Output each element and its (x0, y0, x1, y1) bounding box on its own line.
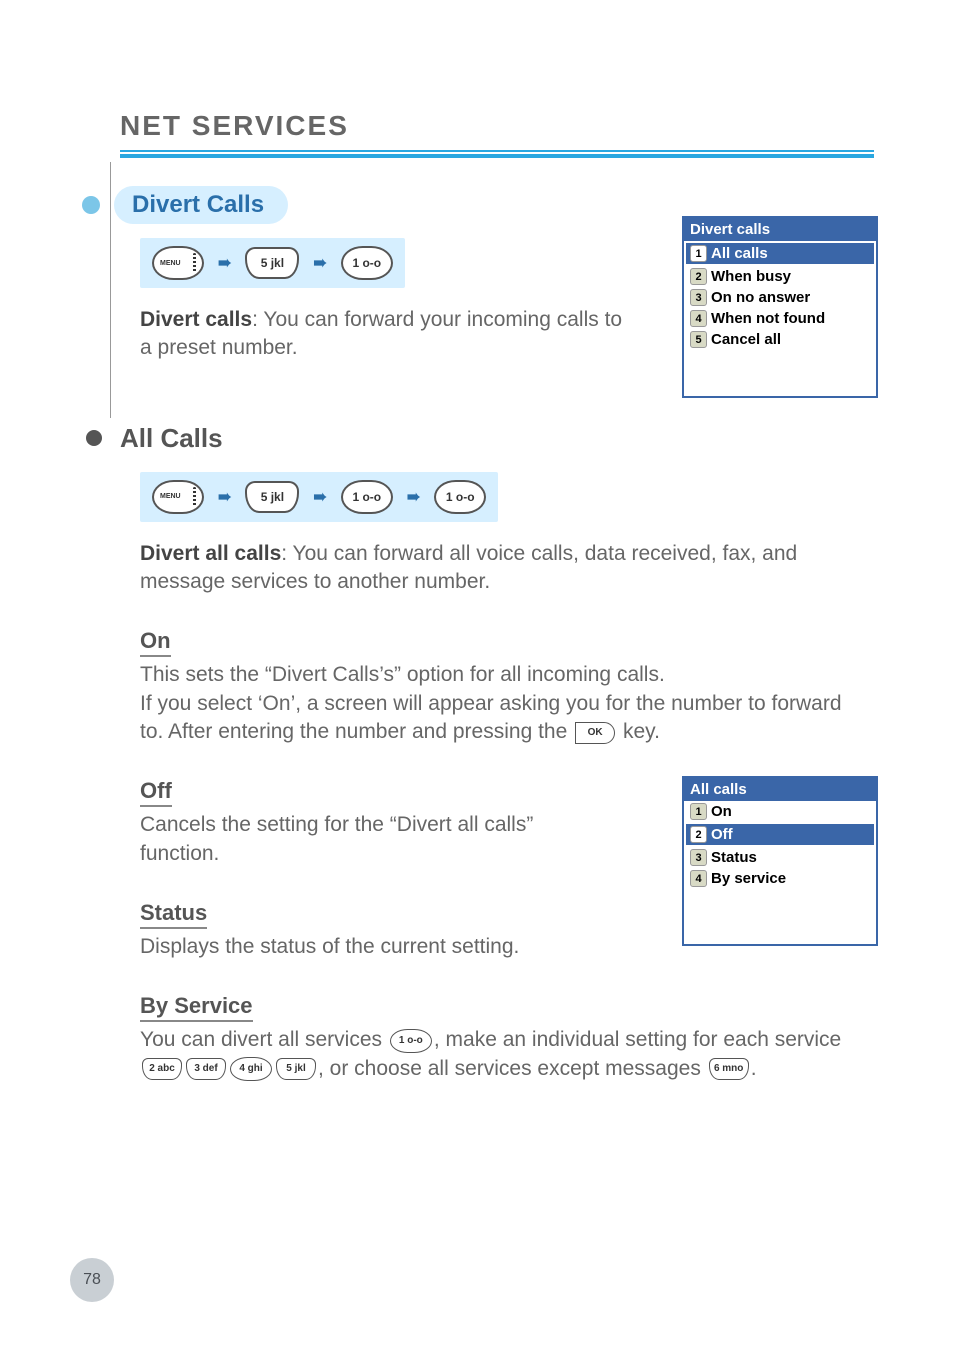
ok-key-icon: OK (575, 722, 615, 744)
vertical-guide (110, 162, 111, 418)
arrow-icon: ➠ (313, 253, 326, 273)
phone-titlebar: Divert calls (684, 218, 876, 241)
menu-key-icon (152, 480, 204, 514)
subsection-bullet-icon (86, 430, 102, 446)
key-sequence-divert-calls: ➠ 5 jkl ➠ 1 o-o (140, 238, 405, 288)
phone-row: 3Status (686, 847, 874, 868)
heading-rule (120, 150, 874, 158)
key-2-icon: 2 abc (142, 1058, 182, 1080)
key-4-icon: 4 ghi (230, 1057, 272, 1081)
subheading-on: On (140, 628, 171, 657)
menu-key-icon (152, 246, 204, 280)
key-5: 5 jkl (245, 247, 299, 279)
phone-row: 2When busy (686, 266, 874, 287)
subheading-by-service: By Service (140, 993, 253, 1022)
section-bullet-icon (82, 196, 100, 214)
section-heading-divert-calls: Divert Calls (114, 186, 288, 224)
phone-row: 3On no answer (686, 287, 874, 308)
arrow-icon: ➠ (313, 487, 326, 507)
phone-row-highlight: 2Off (686, 824, 874, 845)
key-1: 1 o-o (434, 480, 486, 514)
paragraph-by-service: You can divert all services 1 o-o, make … (140, 1026, 854, 1083)
paragraph-divert-all: Divert all calls: You can forward all vo… (140, 540, 854, 597)
key-5-icon: 5 jkl (276, 1058, 316, 1080)
chapter-heading: NET SERVICES (120, 110, 874, 142)
phone-row: 1On (686, 801, 874, 822)
page-number: 78 (70, 1258, 114, 1302)
key-3-icon: 3 def (186, 1058, 226, 1080)
key-1-icon: 1 o-o (390, 1029, 432, 1053)
phone-screen-divert-calls: Divert calls 1All calls 2When busy 3On n… (682, 216, 878, 398)
phone-titlebar: All calls (684, 778, 876, 801)
phone-row: 4By service (686, 868, 874, 889)
arrow-icon: ➠ (218, 253, 231, 273)
paragraph-on: This sets the “Divert Calls’s” option fo… (140, 661, 854, 746)
arrow-icon: ➠ (407, 487, 420, 507)
paragraph-off: Cancels the setting for the “Divert all … (140, 811, 610, 868)
phone-row-highlight: 1All calls (686, 243, 874, 264)
key-5: 5 jkl (245, 481, 299, 513)
key-1: 1 o-o (341, 480, 393, 514)
subsection-heading-all-calls: All Calls (120, 423, 223, 454)
key-6-icon: 6 mno (709, 1058, 749, 1080)
subheading-status: Status (140, 900, 207, 929)
phone-screen-all-calls: All calls 1On 2Off 3Status 4By service (682, 776, 878, 946)
phone-row: 4When not found (686, 308, 874, 329)
phone-row: 5Cancel all (686, 329, 874, 350)
key-1: 1 o-o (341, 246, 393, 280)
subheading-off: Off (140, 778, 172, 807)
paragraph-divert-calls: Divert calls: You can forward your incom… (140, 306, 630, 363)
key-sequence-all-calls: ➠ 5 jkl ➠ 1 o-o ➠ 1 o-o (140, 472, 498, 522)
arrow-icon: ➠ (218, 487, 231, 507)
